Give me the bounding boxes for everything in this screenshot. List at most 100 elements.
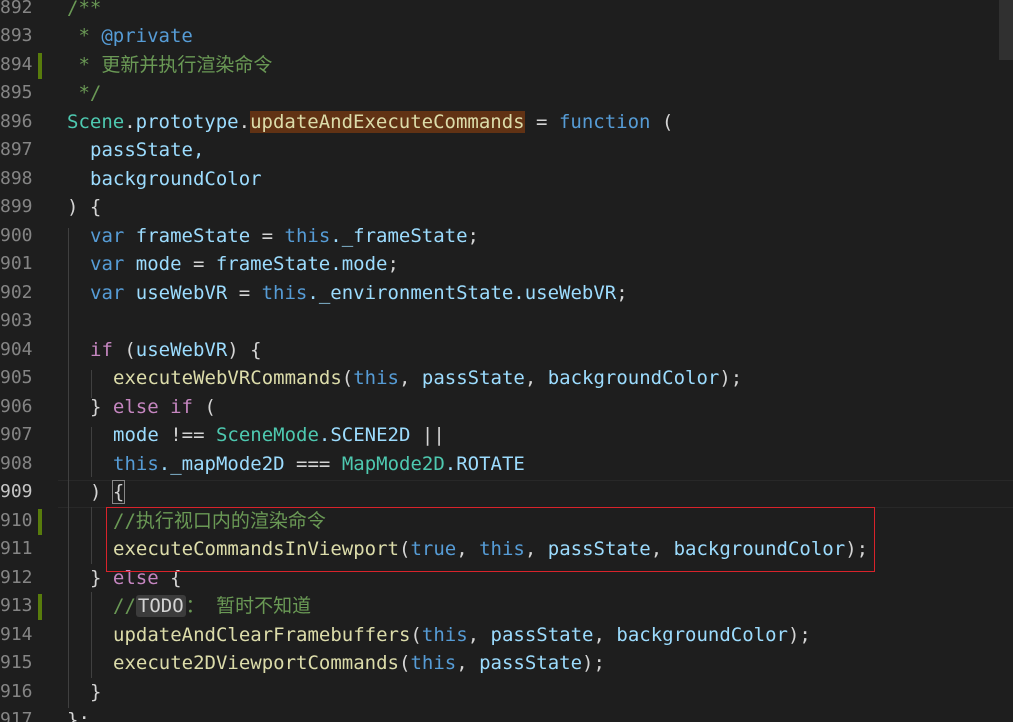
code-line: * @private [67, 22, 192, 51]
type-name: SceneMode [215, 424, 319, 446]
operator: = [524, 111, 559, 133]
line-number: 907 [0, 424, 33, 445]
function-call: executeWebVRCommands [113, 367, 342, 389]
punctuation: , [456, 652, 480, 674]
code-line: passState, [90, 139, 205, 161]
punctuation: ); [787, 624, 811, 646]
line-number: 899 [0, 196, 33, 217]
line-number: 912 [0, 567, 33, 588]
code-line: /** [67, 0, 101, 23]
punctuation: . [124, 111, 136, 133]
line-number: 898 [0, 168, 33, 189]
keyword: var [90, 253, 125, 275]
annotation-highlight-box [106, 507, 875, 572]
line-number: 892 [0, 0, 33, 18]
keyword-if: if [90, 339, 113, 361]
keyword-this: this [410, 652, 457, 674]
punctuation: ( [398, 652, 411, 674]
line-number: 913 [0, 595, 33, 616]
line-number: 893 [0, 25, 33, 46]
line-number: 905 [0, 367, 33, 388]
line-number: 901 [0, 253, 33, 274]
comment-text: ： 暂时不知道 [185, 595, 312, 617]
punctuation: ( [193, 396, 216, 418]
scrollbar-thumb[interactable] [999, 0, 1013, 60]
code-line: ) { [90, 478, 126, 507]
line-number: 911 [0, 538, 33, 559]
code-line: ) { [67, 196, 102, 218]
line-number: 915 [0, 652, 33, 673]
code-editor[interactable]: 892 893 894 895 896 897 898 899 900 901 … [0, 0, 1013, 722]
variable: backgroundColor [616, 624, 788, 646]
operator: = [181, 253, 216, 275]
variable: passState [479, 652, 583, 674]
comment-text: * 更新并执行渲染命令 [67, 54, 273, 76]
property: .SCENE2D [318, 424, 411, 446]
keyword-this: this [284, 225, 331, 247]
punctuation: , [593, 624, 617, 646]
variable: useWebVR [135, 339, 228, 361]
code-line: backgroundColor [90, 168, 262, 190]
identifier-prototype: prototype [135, 111, 239, 133]
variable: mode [113, 424, 159, 446]
keyword-this: this [421, 624, 468, 646]
line-number: 917 [0, 709, 33, 722]
punctuation: ; [616, 282, 628, 304]
punctuation: } [90, 396, 113, 418]
variable: passState [490, 624, 594, 646]
keyword: var [90, 282, 125, 304]
code-line: var useWebVR = this._environmentState.us… [90, 279, 628, 308]
operator: === [284, 453, 342, 475]
punctuation: ; [387, 253, 399, 275]
code-line: execute2DViewportCommands(this, passStat… [113, 649, 605, 678]
git-modified-marker[interactable] [38, 53, 42, 79]
line-number: 904 [0, 339, 33, 360]
line-number: 906 [0, 396, 33, 417]
code-line: */ [67, 79, 101, 108]
function-call: execute2DViewportCommands [113, 652, 399, 674]
punctuation: ); [719, 367, 743, 389]
todo-highlight: TODO [135, 595, 186, 617]
variable: backgroundColor [547, 367, 720, 389]
git-modified-marker[interactable] [38, 594, 42, 620]
punctuation: , [524, 367, 548, 389]
keyword: var [90, 225, 125, 247]
vertical-scrollbar[interactable] [999, 0, 1013, 722]
keyword-this: this [353, 367, 399, 389]
operator: = [250, 225, 285, 247]
comment-text: // [113, 595, 136, 617]
punctuation: , [467, 624, 491, 646]
punctuation: ( [410, 624, 422, 646]
highlighted-word: updateAndExecuteCommands [250, 111, 525, 133]
line-number: 916 [0, 681, 33, 702]
code-line: * 更新并执行渲染命令 [67, 51, 272, 80]
line-number: 914 [0, 624, 33, 645]
code-lines[interactable]: /** * @private * 更新并执行渲染命令 */ Scene.prot… [58, 0, 1013, 722]
keyword-if: if [170, 396, 193, 418]
line-number: 895 [0, 82, 33, 103]
code-line: } else if ( [90, 393, 216, 422]
code-line: var frameState = this._frameState; [90, 222, 479, 251]
code-line: if (useWebVR) { [90, 336, 262, 365]
operator: !== [158, 424, 216, 446]
comment-text: /** [67, 0, 102, 19]
keyword-function: function [558, 111, 651, 133]
line-number-gutter[interactable]: 892 893 894 895 896 897 898 899 900 901 … [0, 0, 58, 722]
git-modified-marker[interactable] [38, 509, 42, 535]
property: .useWebVR [513, 282, 617, 304]
punctuation [159, 396, 170, 418]
code-line: //TODO： 暂时不知道 [113, 592, 311, 621]
code-line: updateAndClearFramebuffers(this, passSta… [113, 621, 811, 650]
comment-text: */ [67, 82, 102, 104]
property: ._environmentState [307, 282, 514, 304]
operator: = [227, 282, 262, 304]
punctuation: ; [467, 225, 479, 247]
line-number: 894 [0, 54, 33, 75]
line-number: 896 [0, 111, 33, 132]
matched-bracket: { [111, 480, 126, 504]
keyword-this: this [113, 453, 159, 475]
property: ._frameState [330, 225, 468, 247]
identifier-scene: Scene [67, 111, 125, 133]
punctuation: , [399, 367, 422, 389]
code-line: } [90, 681, 102, 703]
